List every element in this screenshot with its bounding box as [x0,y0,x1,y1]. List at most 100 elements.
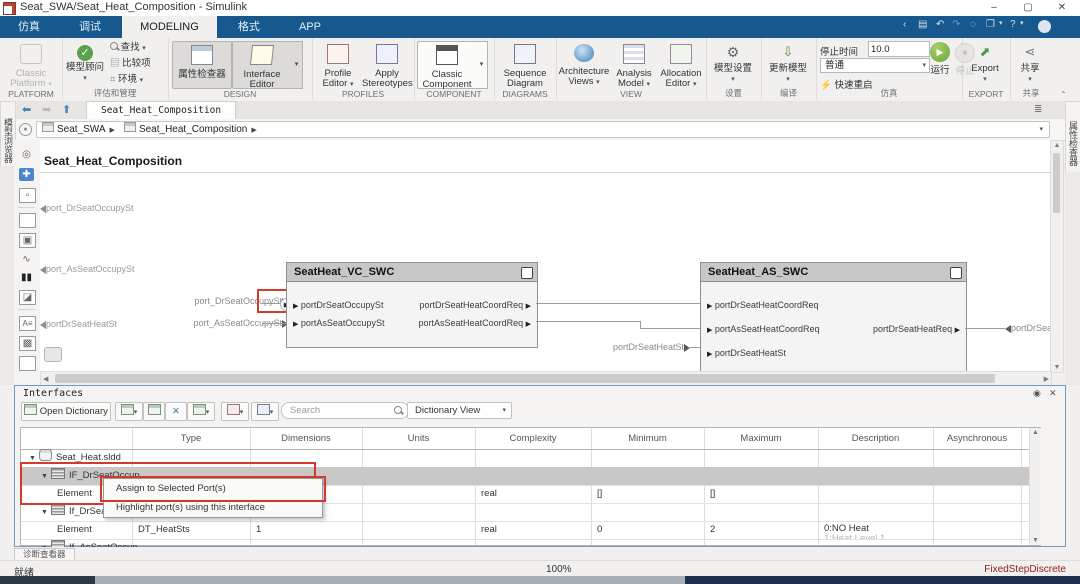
column-header[interactable]: Units [362,428,475,449]
search-icon[interactable]: ◌ [970,19,976,30]
port-connection-label[interactable]: portDrSeatHeatSt [600,342,690,352]
block-input-port[interactable]: ▶ portAsSeatHeatCoordReq [707,324,819,336]
add-element-button[interactable] [143,402,165,421]
scroll-up-icon[interactable]: ▲ [1030,429,1041,436]
model-advisor-button[interactable]: ✓ 模型顾问 ▾ [64,41,106,87]
content-preview-badge[interactable] [44,347,62,362]
architecture-views-button[interactable]: Architecture Views ▾ [557,41,611,87]
minimize-ribbon-icon[interactable]: ⌃ [1060,90,1067,99]
layout-icon[interactable]: ❐ [986,19,995,30]
compare-button[interactable]: ▤ 比较项 [110,57,151,71]
back-icon[interactable]: ⬅ [22,103,31,116]
stop-time-input[interactable] [868,41,930,57]
collapse-left-icon[interactable]: ‹ [903,19,906,30]
block-input-port[interactable]: ▶ portDrSeatHeatSt [707,348,786,360]
wire[interactable] [688,347,700,348]
save-icon[interactable]: ▤ [918,19,927,30]
find-button[interactable]: 查找 ▾ [110,41,146,55]
block-seatheat-vc-swc[interactable]: SeatHeat_VC_SWC ▶ portDrSeatOccupySt ▶ p… [286,262,538,348]
tab-modeling[interactable]: MODELING [122,16,217,38]
column-header[interactable]: Type [132,428,250,449]
search-input[interactable]: Search [281,402,409,419]
scroll-down-icon[interactable]: ▼ [1030,537,1041,544]
undo-icon[interactable]: ↶ [936,19,944,30]
wire[interactable] [536,321,640,322]
add-interface-button[interactable]: ▾ [115,402,143,421]
subsystem-block-icon[interactable] [19,213,36,228]
note-icon[interactable]: ▫ [19,188,36,203]
breadcrumb-root[interactable]: Seat_SWA [57,124,106,135]
minimize-button[interactable]: – [980,0,1008,15]
signal-wave-icon[interactable]: ∿ [19,253,34,266]
block-output-port[interactable]: portDrSeatHeatCoordReq ▶ [420,300,531,312]
block-output-port[interactable]: portAsSeatHeatCoordReq ▶ [419,318,531,330]
scroll-left-icon[interactable]: ◀ [43,375,48,383]
column-header[interactable]: Maximum [704,428,818,449]
block-input-port[interactable]: ▶ portDrSeatHeatCoordReq [707,300,818,312]
block-seatheat-as-swc[interactable]: SeatHeat_AS_SWC ▶ portDrSeatHeatCoordReq… [700,262,967,371]
help-dropdown-icon[interactable]: ▾ [1020,19,1024,27]
assign-port-button[interactable]: ▾ [251,402,279,421]
design-dropdown-icon[interactable]: ▾ [291,41,303,89]
area-block-icon[interactable]: ▣ [19,233,36,248]
table-row[interactable]: ▼If_AsSeatOccup [21,539,1040,547]
scroll-thumb[interactable] [55,374,995,383]
export-button[interactable]: ⬈ Export ▾ [962,41,1008,87]
external-input-port[interactable]: port_DrSeatOccupySt [40,203,134,213]
model-settings-button[interactable]: ⚙ 模型设置 ▾ [707,41,759,87]
interface-editor-button[interactable]: Interface Editor [232,41,292,90]
block-output-port[interactable]: portDrSeatHeatReq ▶ [873,324,960,336]
maximize-button[interactable]: ▢ [1014,0,1042,15]
expand-icon[interactable]: ▼ [41,509,48,516]
block-header[interactable]: SeatHeat_AS_SWC [701,263,966,282]
canvas-menu-icon[interactable]: ≣ [1034,104,1042,115]
property-inspector-button[interactable]: 属性检查器 [172,41,232,89]
classic-component-button[interactable]: Classic Component [417,41,477,90]
scroll-up-icon[interactable]: ▲ [1051,142,1063,149]
panel-minimize-icon[interactable]: ◉ [1033,388,1041,399]
account-icon[interactable] [1038,20,1051,33]
import-button[interactable]: ▾ [187,402,215,421]
model-badge-icon[interactable]: ● [19,123,32,136]
image-icon[interactable]: ◪ [19,290,36,305]
open-dictionary-button[interactable]: Open Dictionary [21,402,111,421]
analysis-model-button[interactable]: Analysis Model ▾ [611,41,657,89]
expand-icon[interactable]: ▼ [29,455,36,462]
scroll-right-icon[interactable]: ▶ [1044,375,1049,383]
up-to-parent-icon[interactable]: ⬆ [62,103,71,116]
scroll-down-icon[interactable]: ▼ [1051,364,1063,371]
profile-filter-button[interactable]: ▾ [221,402,249,421]
solver-name[interactable]: FixedStepDiscrete [984,564,1066,575]
profile-editor-button[interactable]: Profile Editor ▾ [314,41,362,89]
breadcrumb-current[interactable]: Seat_Heat_Composition [139,124,247,135]
allocation-editor-button[interactable]: Allocation Editor ▾ [657,41,705,89]
panel-close-icon[interactable]: ✕ [1049,388,1057,399]
delete-button[interactable]: ✕ [165,402,187,421]
external-output-port[interactable]: portDrSeatHeatRe [1005,323,1050,333]
canvas-vscrollbar[interactable]: ▲ ▼ [1050,140,1064,373]
forward-icon[interactable]: ➡ [42,103,51,116]
annotation-icon[interactable]: A≡ [19,316,36,331]
barcode-icon[interactable]: ▮▮ [19,271,34,284]
column-header[interactable]: Description [818,428,933,449]
apply-stereotypes-button[interactable]: Apply Stereotypes [362,41,413,89]
run-button[interactable]: ▶ 运行 [928,42,952,76]
tab-debug[interactable]: 调试 [61,16,119,38]
zoom-fit-icon[interactable]: ◎ [19,148,34,161]
block-input-port[interactable]: ▶ portAsSeatOccupySt [293,318,384,330]
tab-app[interactable]: APP [281,16,339,38]
view-selector[interactable]: Dictionary View ▾ [407,402,512,419]
breadcrumb-dropdown-icon[interactable]: ▾ [1039,122,1043,137]
simulation-mode-select[interactable]: 普通 ▾ [820,58,930,73]
close-button[interactable]: ✕ [1048,0,1076,15]
column-header[interactable]: Complexity [475,428,591,449]
environment-button[interactable]: ⌗ 环境 ▾ [110,73,143,87]
external-input-port[interactable]: port_AsSeatOccupySt [40,264,135,274]
wire[interactable] [965,328,1005,329]
help-icon[interactable]: ? [1010,19,1016,30]
component-dropdown-icon[interactable]: ▾ [476,41,488,89]
table-vscrollbar[interactable]: ▲ ▼ [1029,428,1041,545]
block-input-port[interactable]: ▶ portDrSeatOccupySt [293,300,383,312]
share-button[interactable]: ⋖ 共享 ▾ [1010,41,1050,87]
external-input-port[interactable]: portDrSeatHeatSt [40,319,117,329]
